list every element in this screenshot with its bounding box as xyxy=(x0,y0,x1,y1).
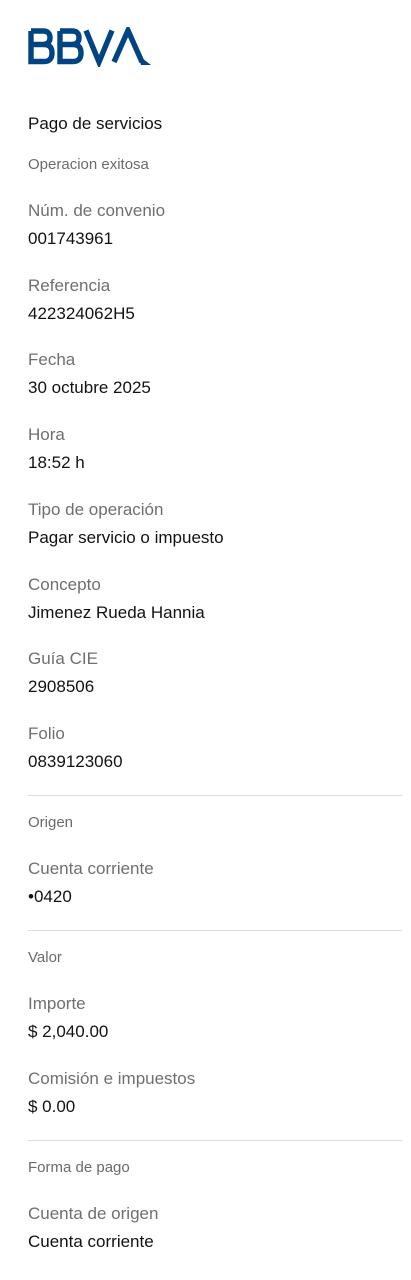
detail-value-hora: 18:52 h xyxy=(28,453,85,472)
detail-value-fecha: 30 octubre 2025 xyxy=(28,378,151,397)
detail-label-convenio: Núm. de convenio xyxy=(28,201,166,220)
detail-value-tipo-operacion: Pagar servicio o impuesto xyxy=(28,528,224,547)
valor-value-comision: $ 0.00 xyxy=(28,1097,76,1116)
valor-value-importe: $ 2,040.00 xyxy=(28,1022,109,1041)
status-text: Operacion exitosa xyxy=(28,156,149,173)
detail-value-folio: 0839123060 xyxy=(28,752,123,771)
detail-label-concepto: Concepto xyxy=(28,575,101,594)
detail-value-concepto: Jimenez Rueda Hannia xyxy=(28,603,205,622)
detail-label-folio: Folio xyxy=(28,724,65,743)
forma-pago-label-cuenta-origen: Cuenta de origen xyxy=(28,1204,159,1223)
valor-label-importe: Importe xyxy=(28,994,86,1013)
detail-value-referencia: 422324062H5 xyxy=(28,304,135,323)
detail-label-hora: Hora xyxy=(28,425,65,444)
detail-label-guia-cie: Guía CIE xyxy=(28,649,98,668)
detail-label-tipo-operacion: Tipo de operación xyxy=(28,500,164,519)
valor-label-comision: Comisión e impuestos xyxy=(28,1069,196,1088)
divider xyxy=(28,930,402,931)
detail-label-fecha: Fecha xyxy=(28,350,76,369)
detail-label-referencia: Referencia xyxy=(28,276,111,295)
bbva-logo xyxy=(28,27,151,67)
section-title-forma-pago: Forma de pago xyxy=(28,1159,130,1176)
detail-value-convenio: 001743961 xyxy=(28,229,114,248)
divider xyxy=(28,795,402,796)
detail-value-guia-cie: 2908506 xyxy=(28,677,95,696)
divider xyxy=(28,1140,402,1141)
origen-value-cuenta: •0420 xyxy=(28,887,72,906)
origen-label-cuenta: Cuenta corriente xyxy=(28,859,154,878)
section-title-valor: Valor xyxy=(28,949,62,966)
section-title-origen: Origen xyxy=(28,814,74,831)
forma-pago-value-cuenta-origen: Cuenta corriente xyxy=(28,1232,154,1251)
page-title: Pago de servicios xyxy=(28,114,163,133)
